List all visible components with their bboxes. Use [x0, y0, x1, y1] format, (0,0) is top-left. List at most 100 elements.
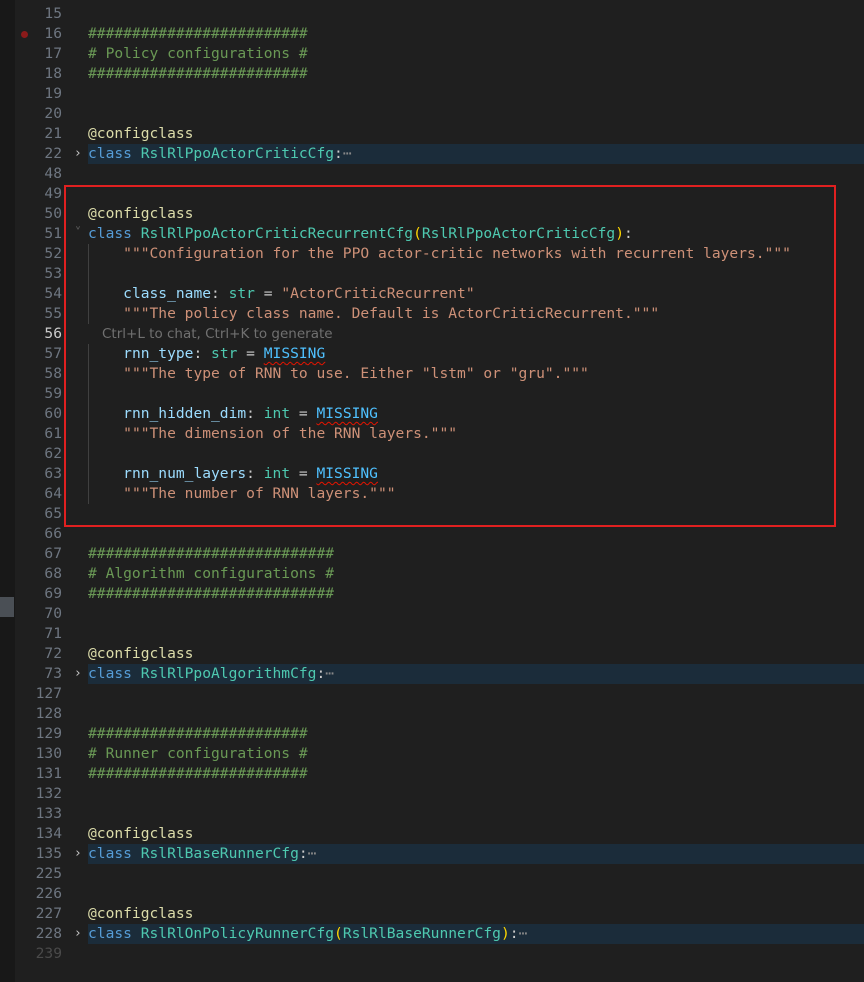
code-editor[interactable]: 15 16 ######################### 17 # Policy …	[0, 0, 864, 982]
code-line[interactable]: 54 class_name: str = "ActorCriticRecurre…	[0, 284, 864, 304]
code-text[interactable]: ############################	[88, 584, 864, 604]
code-line[interactable]: 60 rnn_hidden_dim: int = MISSING	[0, 404, 864, 424]
code-line[interactable]: 226	[0, 884, 864, 904]
code-text[interactable]: Ctrl+L to chat, Ctrl+K to generate	[88, 324, 864, 344]
code-line[interactable]: 65	[0, 504, 864, 524]
code-line[interactable]: 61 """The dimension of the RNN layers.""…	[0, 424, 864, 444]
code-text[interactable]: rnn_type: str = MISSING	[88, 344, 864, 364]
code-text[interactable]	[88, 164, 864, 184]
code-line[interactable]: 64 """The number of RNN layers."""	[0, 484, 864, 504]
code-line[interactable]: 22 › class RslRlPpoActorCriticCfg:⋯	[0, 144, 864, 164]
fold-chevron-right-icon[interactable]: ›	[72, 664, 84, 684]
code-text[interactable]: @configclass	[88, 824, 864, 844]
code-text[interactable]	[88, 264, 864, 284]
code-line[interactable]: 67 ############################	[0, 544, 864, 564]
code-text[interactable]: #########################	[88, 64, 864, 84]
code-text[interactable]: # Algorithm configurations #	[88, 564, 864, 584]
code-text[interactable]: class RslRlBaseRunnerCfg:⋯	[88, 844, 864, 864]
code-text[interactable]	[88, 684, 864, 704]
code-line[interactable]: 73 › class RslRlPpoAlgorithmCfg:⋯	[0, 664, 864, 684]
code-text[interactable]: class RslRlOnPolicyRunnerCfg(RslRlBaseRu…	[88, 924, 864, 944]
code-line[interactable]: 15	[0, 4, 864, 24]
code-line[interactable]: 134 @configclass	[0, 824, 864, 844]
code-text[interactable]	[88, 864, 864, 884]
code-text[interactable]	[88, 704, 864, 724]
code-text[interactable]	[88, 804, 864, 824]
code-text[interactable]: rnn_hidden_dim: int = MISSING	[88, 404, 864, 424]
code-line[interactable]: 59	[0, 384, 864, 404]
code-text[interactable]: """The type of RNN to use. Either "lstm"…	[88, 364, 864, 384]
code-line[interactable]: 69 ############################	[0, 584, 864, 604]
code-token-ell[interactable]: ⋯	[343, 145, 352, 162]
code-text[interactable]: """The dimension of the RNN layers."""	[88, 424, 864, 444]
code-line[interactable]: 135 › class RslRlBaseRunnerCfg:⋯	[0, 844, 864, 864]
code-text[interactable]	[88, 624, 864, 644]
code-line[interactable]: 50 @configclass	[0, 204, 864, 224]
code-line[interactable]: 66	[0, 524, 864, 544]
code-line[interactable]: 49	[0, 184, 864, 204]
code-text[interactable]	[88, 384, 864, 404]
code-line[interactable]: 131 #########################	[0, 764, 864, 784]
code-text[interactable]: class RslRlPpoAlgorithmCfg:⋯	[88, 664, 864, 684]
code-text[interactable]: # Policy configurations #	[88, 44, 864, 64]
code-line[interactable]: 53	[0, 264, 864, 284]
code-text[interactable]	[88, 4, 864, 24]
fold-chevron-down-icon[interactable]: ˅	[72, 224, 84, 244]
code-line[interactable]: 20	[0, 104, 864, 124]
code-text[interactable]	[88, 524, 864, 544]
code-text[interactable]	[88, 604, 864, 624]
breakpoint-icon[interactable]	[21, 31, 28, 38]
code-line[interactable]: 132	[0, 784, 864, 804]
code-text[interactable]: #########################	[88, 764, 864, 784]
code-line[interactable]: 51 ˅ class RslRlPpoActorCriticRecurrentCfg…	[0, 224, 864, 244]
code-text[interactable]: """The number of RNN layers."""	[88, 484, 864, 504]
code-line[interactable]: 127	[0, 684, 864, 704]
fold-chevron-right-icon[interactable]: ›	[72, 924, 84, 944]
code-line[interactable]: 18 #########################	[0, 64, 864, 84]
code-line[interactable]: 133	[0, 804, 864, 824]
code-text[interactable]	[88, 884, 864, 904]
code-text[interactable]: @configclass	[88, 124, 864, 144]
code-line[interactable]: 55 """The policy class name. Default is …	[0, 304, 864, 324]
code-text[interactable]	[88, 944, 864, 964]
code-line[interactable]: 71	[0, 624, 864, 644]
code-line[interactable]: 228 › class RslRlOnPolicyRunnerCfg(RslRlBa…	[0, 924, 864, 944]
code-text[interactable]	[88, 104, 864, 124]
fold-chevron-right-icon[interactable]: ›	[72, 144, 84, 164]
code-line[interactable]: 48	[0, 164, 864, 184]
code-text[interactable]	[88, 444, 864, 464]
code-line[interactable]: 19	[0, 84, 864, 104]
code-token-ell[interactable]: ⋯	[308, 845, 317, 862]
code-line[interactable]: 128	[0, 704, 864, 724]
code-text[interactable]	[88, 504, 864, 524]
code-text[interactable]: class RslRlPpoActorCriticCfg:⋯	[88, 144, 864, 164]
code-line[interactable]: 130 # Runner configurations #	[0, 744, 864, 764]
code-text[interactable]: class RslRlPpoActorCriticRecurrentCfg(Rs…	[88, 224, 864, 244]
code-text[interactable]: #########################	[88, 724, 864, 744]
code-text[interactable]: """The policy class name. Default is Act…	[88, 304, 864, 324]
code-text[interactable]: @configclass	[88, 904, 864, 924]
code-line[interactable]: 239	[0, 944, 864, 964]
code-text[interactable]: # Runner configurations #	[88, 744, 864, 764]
code-text[interactable]: """Configuration for the PPO actor-criti…	[88, 244, 864, 264]
code-token-ell[interactable]: ⋯	[325, 665, 334, 682]
code-text[interactable]: #########################	[88, 24, 864, 44]
code-text[interactable]	[88, 184, 864, 204]
code-text[interactable]	[88, 784, 864, 804]
code-text[interactable]: ############################	[88, 544, 864, 564]
code-line[interactable]: 56 Ctrl+L to chat, Ctrl+K to generate	[0, 324, 864, 344]
code-line[interactable]: 58 """The type of RNN to use. Either "ls…	[0, 364, 864, 384]
code-text[interactable]	[88, 84, 864, 104]
code-text[interactable]: @configclass	[88, 644, 864, 664]
code-text[interactable]: @configclass	[88, 204, 864, 224]
fold-chevron-right-icon[interactable]: ›	[72, 844, 84, 864]
code-line[interactable]: 68 # Algorithm configurations #	[0, 564, 864, 584]
code-line[interactable]: 225	[0, 864, 864, 884]
code-line[interactable]: 21 @configclass	[0, 124, 864, 144]
code-text[interactable]: rnn_num_layers: int = MISSING	[88, 464, 864, 484]
code-line[interactable]: 52 """Configuration for the PPO actor-cr…	[0, 244, 864, 264]
code-line[interactable]: 227 @configclass	[0, 904, 864, 924]
code-line[interactable]: 62	[0, 444, 864, 464]
code-line[interactable]: 57 rnn_type: str = MISSING	[0, 344, 864, 364]
code-line[interactable]: 63 rnn_num_layers: int = MISSING	[0, 464, 864, 484]
